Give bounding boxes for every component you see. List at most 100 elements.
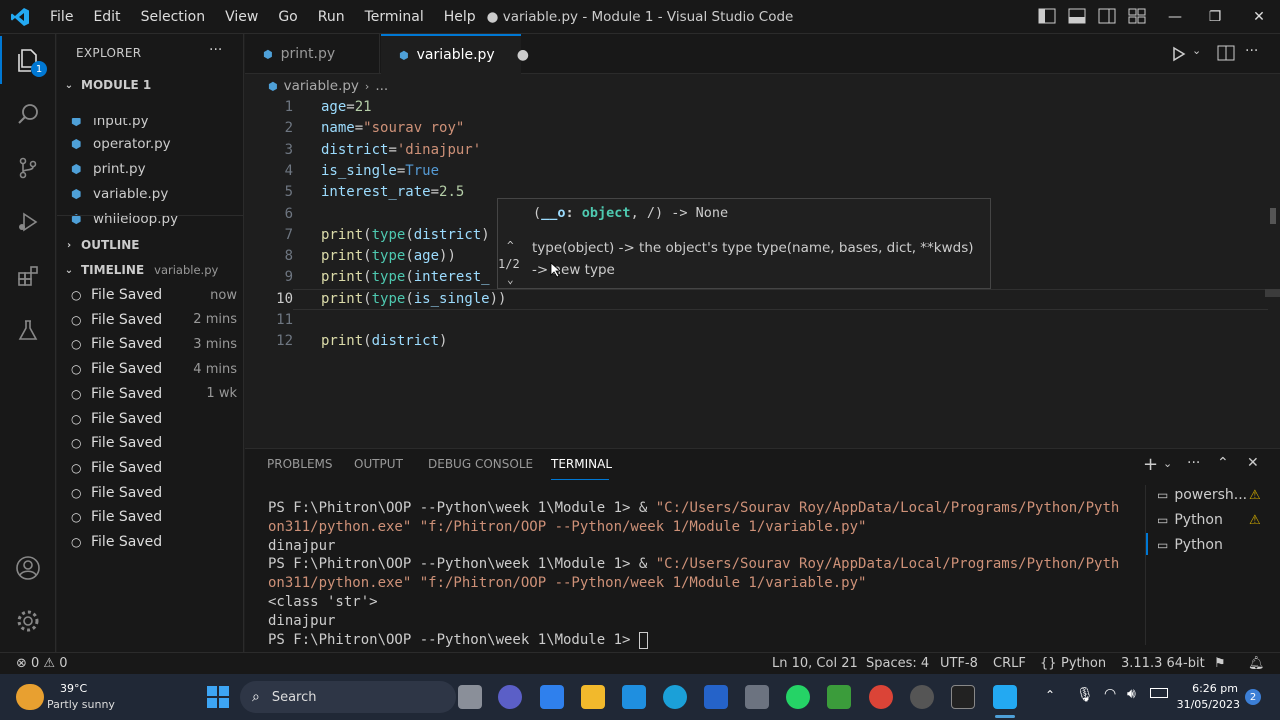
terminal-line: dinajpur (268, 537, 336, 554)
line-endings[interactable]: CRLF (993, 656, 1026, 671)
overload-counter: 1/2 (498, 257, 520, 271)
manage-gear-icon[interactable] (0, 597, 56, 645)
file-explorer-icon[interactable] (581, 685, 605, 709)
timeline-item[interactable]: ○ File Saved 1 wk (71, 382, 237, 406)
tray-chevron-up-icon[interactable]: ⌃ (1045, 688, 1055, 702)
run-debug-icon[interactable] (0, 198, 56, 246)
volume-icon[interactable]: 🔊︎ (1127, 686, 1136, 702)
file-whileloop-py[interactable]: ⬢ whileloop.py (71, 207, 178, 231)
toggle-primary-sidebar-icon[interactable] (1038, 8, 1058, 26)
folder-module-1[interactable]: ⌄ MODULE 1 (57, 74, 244, 96)
timeline-item[interactable]: ○ File Saved (71, 481, 237, 505)
windows-start-icon[interactable] (206, 685, 230, 713)
file-input-py[interactable]: ⬢ input.py (71, 118, 149, 133)
clock-date[interactable]: 31/05/2023 (1170, 698, 1240, 711)
timeline-item[interactable]: ○ File Saved 2 mins (71, 308, 237, 332)
terminal-dropdown-chevron-icon[interactable]: ⌄ (1163, 457, 1172, 470)
calculator-icon[interactable] (704, 685, 728, 709)
maximize-panel-chevron-up-icon[interactable]: ⌃ (1217, 455, 1229, 471)
whatsapp-icon[interactable] (786, 685, 810, 709)
terminal-app-icon[interactable] (951, 685, 975, 709)
vscode-taskbar-icon[interactable] (993, 685, 1017, 709)
terminal-session[interactable]: ▭ Python (1157, 533, 1223, 557)
panel-tab-output[interactable]: OUTPUT (354, 457, 403, 471)
previous-overload-chevron-up-icon[interactable]: ^ (507, 239, 514, 252)
indentation[interactable]: Spaces: 4 (866, 656, 929, 671)
language-mode[interactable]: Python (1061, 656, 1106, 671)
timeline-item[interactable]: ○ File Saved 3 mins (71, 332, 237, 356)
camera-icon[interactable] (745, 685, 769, 709)
notification-center-badge[interactable]: 2 (1245, 689, 1261, 705)
panel-tab-terminal[interactable]: TERMINAL (551, 457, 612, 471)
chrome-icon[interactable] (869, 685, 893, 709)
testing-icon[interactable] (0, 306, 56, 354)
mouse-cursor-icon (550, 262, 562, 278)
source-control-icon[interactable] (0, 144, 56, 192)
encoding[interactable]: UTF-8 (940, 656, 978, 671)
terminal-session[interactable]: ▭ powersh... ⚠ (1157, 483, 1261, 507)
battery-icon[interactable] (1150, 688, 1168, 698)
terminal-line: PS F:\Phitron\OOP --Python\week 1\Module… (268, 500, 1120, 516)
toggle-secondary-sidebar-icon[interactable] (1098, 8, 1118, 26)
run-dropdown-chevron-icon[interactable]: ⌄ (1192, 44, 1201, 57)
wifi-icon[interactable]: ◠ (1104, 686, 1116, 702)
edge-browser-icon[interactable] (663, 685, 687, 709)
timeline-item[interactable]: ○ File Saved now (71, 283, 237, 307)
panel-tab-debug-console[interactable]: DEBUG CONSOLE (428, 457, 533, 471)
file-print-py[interactable]: ⬢ print.py (71, 157, 146, 181)
file-variable-py[interactable]: ⬢ variable.py (71, 182, 168, 206)
notifications-bell-icon[interactable]: 🔔︎ (1248, 656, 1265, 671)
close-panel-icon[interactable]: ✕ (1247, 455, 1259, 471)
editor-tabs: ⬢ print.py ⬢ variable.py ● ⌄ ··· (245, 34, 1280, 74)
new-terminal-plus-icon[interactable]: + (1143, 454, 1158, 475)
split-editor-icon[interactable] (1217, 45, 1235, 65)
timeline-item[interactable]: ○ File Saved (71, 407, 237, 431)
taskbar-search[interactable]: ⌕ Search (240, 681, 456, 713)
editor-more-actions-icon[interactable]: ··· (1245, 43, 1258, 59)
android-icon[interactable] (827, 685, 851, 709)
weather-temp: 39°C (60, 682, 88, 695)
editor-scrollbar[interactable] (1265, 289, 1280, 297)
explorer-icon[interactable]: 1 (0, 36, 56, 84)
microphone-icon[interactable]: 🎙︎ (1076, 687, 1094, 703)
weather-sun-icon[interactable] (16, 684, 44, 710)
timeline-section[interactable]: ⌄ TIMELINE variable.py (57, 259, 244, 281)
mail-icon[interactable] (540, 685, 564, 709)
file-operator-py[interactable]: ⬢ operator.py (71, 132, 171, 156)
timeline-item[interactable]: ○ File Saved (71, 431, 237, 455)
breadcrumb-symbol[interactable]: ... (375, 78, 388, 94)
extensions-icon[interactable] (0, 252, 56, 300)
obs-icon[interactable] (910, 685, 934, 709)
close-window-button[interactable]: ✕ (1236, 0, 1280, 34)
circle-icon: ○ (71, 535, 82, 549)
toggle-panel-icon[interactable] (1068, 8, 1088, 26)
outline-section[interactable]: › OUTLINE (57, 234, 244, 256)
panel-more-actions-icon[interactable]: ··· (1187, 455, 1200, 471)
restore-button[interactable]: ❐ (1192, 0, 1238, 34)
problems-count[interactable]: ⊗ 0 ⚠ 0 (16, 656, 68, 671)
timeline-item[interactable]: ○ File Saved (71, 456, 237, 480)
timeline-item[interactable]: ○ File Saved (71, 505, 237, 529)
task-view-icon[interactable] (458, 685, 482, 709)
timeline-item[interactable]: ○ File Saved (71, 530, 237, 554)
clock-time[interactable]: 6:26 pm (1182, 682, 1238, 695)
more-actions-icon[interactable]: ··· (209, 42, 222, 58)
store-icon[interactable] (622, 685, 646, 709)
run-python-file-icon[interactable] (1172, 46, 1186, 66)
customize-layout-icon[interactable] (1128, 8, 1148, 26)
line-number: 12 (276, 333, 293, 350)
python-interpreter[interactable]: 3.11.3 64-bit (1121, 656, 1205, 671)
next-overload-chevron-down-icon[interactable]: ⌄ (507, 273, 514, 286)
accounts-icon[interactable] (0, 544, 56, 592)
search-icon[interactable] (0, 90, 56, 138)
tab-print-py[interactable]: ⬢ print.py (245, 34, 380, 74)
panel-tab-problems[interactable]: PROBLEMS (267, 457, 333, 471)
tab-variable-py[interactable]: ⬢ variable.py ● (381, 34, 529, 74)
unsaved-dot-icon[interactable]: ● (517, 47, 529, 63)
breadcrumb-file[interactable]: variable.py (284, 78, 359, 94)
timeline-item[interactable]: ○ File Saved 4 mins (71, 357, 237, 381)
cursor-position[interactable]: Ln 10, Col 21 (772, 656, 858, 671)
teams-chat-icon[interactable] (498, 685, 522, 709)
terminal-session[interactable]: ▭ Python ⚠ (1157, 508, 1261, 532)
feedback-icon[interactable]: ⚑ (1214, 656, 1226, 671)
